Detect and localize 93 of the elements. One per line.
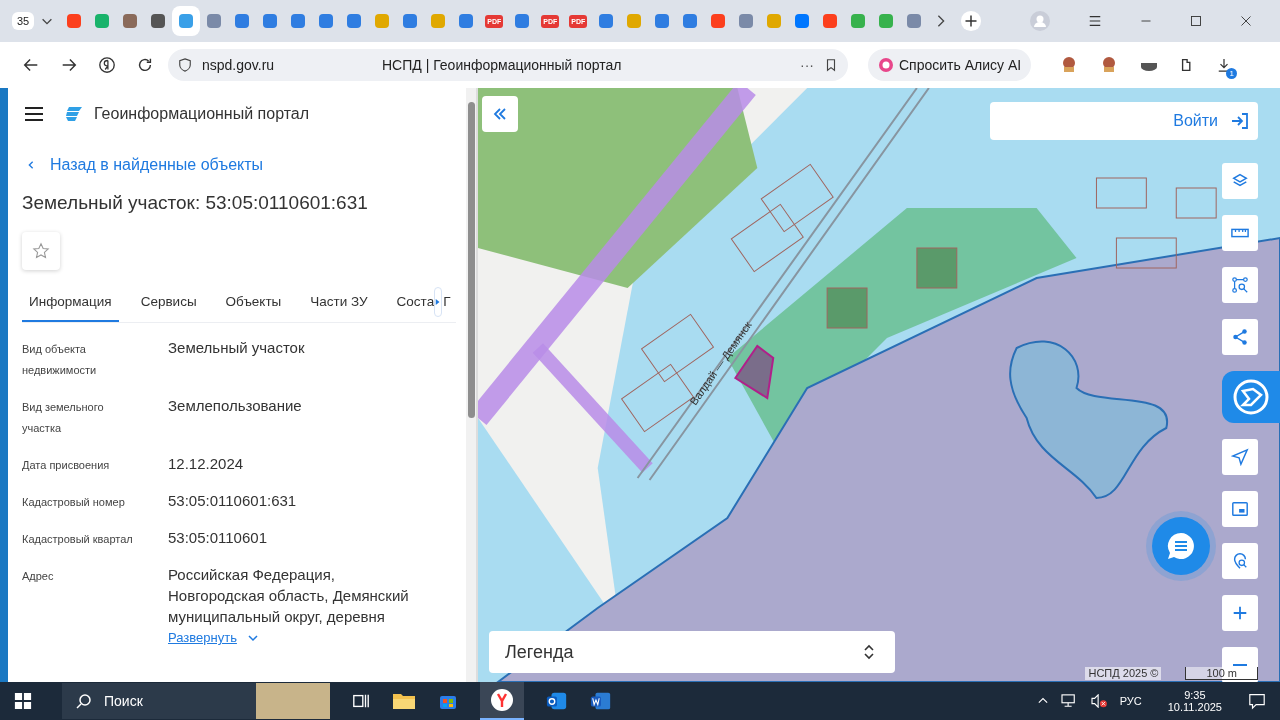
task-view-icon[interactable] [352, 692, 370, 710]
alice-icon [878, 57, 894, 73]
forward-icon[interactable] [60, 56, 78, 74]
close-icon[interactable] [1240, 15, 1252, 27]
reload-icon[interactable] [136, 56, 154, 74]
location-search-button[interactable] [1222, 543, 1258, 579]
property-value: Российская Федерация, Новгородская область, Демянский муниципальный округ, деревня [168, 565, 410, 627]
menu-icon[interactable] [1088, 14, 1102, 28]
browser-icon [490, 688, 514, 712]
property-label: Вид объекта недвижимости [22, 342, 98, 378]
property-label: Вид земельного участка [22, 400, 105, 436]
tab-scroll-button[interactable] [434, 287, 443, 317]
back-icon[interactable] [22, 56, 40, 74]
chat-icon [1167, 532, 1195, 560]
mail-app-icon[interactable] [546, 690, 568, 712]
info-tab[interactable]: Г [436, 282, 458, 322]
zoom-in-button[interactable] [1222, 595, 1258, 631]
info-tab[interactable]: Объекты [218, 282, 289, 322]
page-title: НСПД | Геоинформационный портал [382, 57, 623, 73]
taskbar-search-field[interactable]: Поиск [62, 683, 330, 719]
portal-logo-icon [64, 104, 84, 124]
info-tab[interactable]: Информация [22, 282, 119, 322]
portal-name: Геоинформационный портал [94, 105, 310, 123]
favorite-button[interactable] [22, 232, 60, 270]
object-title: Земельный участок: 53:05:0110601:631 [22, 192, 369, 214]
map-scale: 100 m [1185, 667, 1258, 680]
area-search-button[interactable] [1222, 267, 1258, 303]
notification-icon[interactable] [1248, 692, 1266, 710]
service-logo-button[interactable] [1222, 371, 1280, 423]
triangle-right-icon [435, 298, 442, 306]
clock-date[interactable]: 10.11.2025 [1167, 701, 1222, 713]
shield-icon [178, 58, 192, 72]
volume-muted-icon[interactable] [1089, 694, 1108, 708]
scrollbar[interactable] [466, 88, 476, 682]
logo-icon [1231, 377, 1271, 417]
area-search-icon [1231, 276, 1249, 294]
ask-alice-button[interactable]: Спросить Алису AI [868, 49, 1032, 81]
property-value: Земельный участок [168, 338, 305, 358]
property-value: 53:05:0110601:631 [168, 491, 297, 511]
map-drawing[interactable] [478, 88, 1280, 682]
minus-icon [1233, 664, 1247, 666]
download-count-badge: 1 [1226, 68, 1238, 79]
location-search-icon [1231, 552, 1249, 570]
layers-button[interactable] [1222, 163, 1258, 199]
chevron-left-icon[interactable] [26, 159, 36, 171]
plus-icon [1231, 604, 1249, 622]
minimap-icon [1231, 500, 1249, 518]
map-attribution: НСПД 2025 © [1085, 667, 1162, 680]
network-icon[interactable] [1059, 694, 1078, 708]
double-chevron-left-icon [492, 106, 508, 122]
property-label: Кадастровый номер [22, 495, 126, 510]
clock-time[interactable]: 9:35 [1184, 689, 1206, 701]
property-value: Землепользование [168, 396, 302, 416]
browser-tab[interactable] [172, 6, 201, 36]
tab-count[interactable]: 35 [12, 12, 35, 30]
share-icon [1231, 328, 1249, 346]
chevron-up-icon[interactable] [1037, 696, 1048, 706]
collapse-panel-button[interactable] [482, 96, 518, 132]
navigation-arrow-icon [1231, 448, 1249, 466]
word-app-icon[interactable] [590, 690, 612, 712]
ruler-button[interactable] [1222, 215, 1258, 251]
info-tab[interactable]: Сервисы [133, 282, 204, 322]
new-tab-icon[interactable] [960, 10, 983, 32]
folder-icon[interactable] [392, 691, 416, 711]
back-link[interactable]: Назад в найденные объекты [50, 156, 264, 174]
more-button[interactable]: ··· [800, 57, 814, 73]
legend-dropdown[interactable]: Легенда [489, 631, 895, 673]
property-value: 12.12.2024 [168, 454, 244, 474]
search-placeholder: Поиск [104, 693, 144, 709]
address-field[interactable]: nspd.gov.ru НСПД | Геоинформационный портал ··· [168, 49, 848, 81]
login-button[interactable]: Войти [990, 102, 1258, 140]
browser-taskbar-button[interactable] [480, 682, 524, 720]
property-label: Дата присвоения [22, 458, 111, 473]
up-down-chevron-icon [863, 644, 875, 660]
share-button[interactable] [1222, 319, 1258, 355]
minimap-button[interactable] [1222, 491, 1258, 527]
login-icon [1230, 111, 1250, 131]
menu-icon[interactable] [24, 104, 44, 124]
property-label: Адрес [22, 569, 55, 584]
star-icon [32, 242, 50, 260]
browser-logo-icon[interactable] [98, 56, 116, 74]
maximize-icon[interactable] [1190, 15, 1202, 27]
bookmark-icon[interactable] [824, 58, 838, 72]
expand-link[interactable]: Развернуть [168, 630, 237, 645]
url-text: nspd.gov.ru [202, 57, 276, 73]
property-label: Кадастровый квартал [22, 532, 134, 547]
language-indicator[interactable]: РУС [1119, 695, 1142, 707]
search-icon [76, 693, 92, 709]
info-tab[interactable]: Соста [389, 282, 435, 322]
property-value: 53:05:0110601 [168, 528, 267, 548]
info-tab[interactable]: Части ЗУ [303, 282, 375, 322]
windows-start-icon[interactable] [14, 692, 32, 710]
navigation-button[interactable] [1222, 439, 1258, 475]
